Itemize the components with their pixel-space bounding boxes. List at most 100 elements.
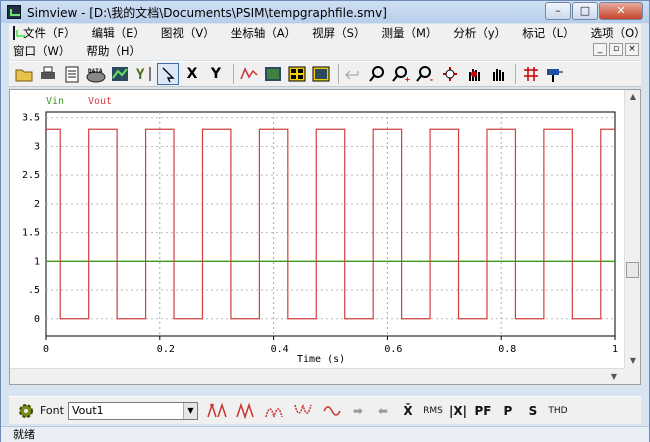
vertical-scroll-thumb[interactable] <box>626 262 639 278</box>
clipboard-icon[interactable] <box>61 63 83 85</box>
zoom-in-icon[interactable]: + <box>391 63 413 85</box>
main-toolbar: DATA Y X Y + - <box>9 61 641 87</box>
document-icon[interactable] <box>13 26 25 40</box>
arrow-right-icon[interactable]: ➡ <box>347 400 369 422</box>
max-icon[interactable] <box>264 400 290 422</box>
menu-window[interactable]: 窗口（W） <box>9 43 74 59</box>
pan-icon[interactable] <box>439 63 461 85</box>
title-bar[interactable]: Simview - [D:\我的文档\Documents\PSIM\tempgr… <box>1 1 649 23</box>
menu-view[interactable]: 图视（V） <box>157 25 219 41</box>
legend-vout: Vout <box>88 96 112 107</box>
y-tick-label: 3.5 <box>22 113 40 124</box>
chevron-down-icon[interactable]: ▼ <box>182 402 197 419</box>
scroll-corner <box>624 368 640 384</box>
rms-button[interactable]: RMS <box>422 400 444 422</box>
data-icon[interactable]: DATA <box>85 63 107 85</box>
svg-text:Y: Y <box>136 67 145 83</box>
plot-frame <box>45 111 616 337</box>
plot-area[interactable]: 0 0.2 0.4 0.6 0.8 1 0 .5 1 1.5 2 2.5 3 3.5 Vin Vout Ti… <box>9 89 641 385</box>
scroll-down-arrow[interactable]: ▼ <box>625 354 641 368</box>
pointer-icon[interactable] <box>157 63 179 85</box>
app-icon <box>7 5 21 19</box>
mdi-restore-button[interactable]: ▫ <box>609 43 623 56</box>
menu-axis[interactable]: 坐标轴（A） <box>227 25 300 41</box>
mdi-minimize-button[interactable]: _ <box>593 43 607 56</box>
svg-text:-: - <box>429 75 434 83</box>
y-axis-icon[interactable]: Y <box>133 63 155 85</box>
menu-file[interactable]: 文件（F） <box>19 25 80 41</box>
screen-icon[interactable] <box>262 63 284 85</box>
svg-text:+: + <box>405 75 410 83</box>
x-tick-label: 0.8 <box>498 344 516 355</box>
min-icon[interactable] <box>293 400 319 422</box>
grid-icon[interactable] <box>286 63 308 85</box>
menu-options[interactable]: 选项（O） <box>587 25 650 41</box>
apparent-power-button[interactable]: S <box>522 400 544 422</box>
minimize-button[interactable]: – <box>545 2 571 20</box>
undo-icon[interactable] <box>343 63 365 85</box>
mdi-close-button[interactable]: × <box>625 43 639 56</box>
toolbar-separator <box>233 64 234 84</box>
y-tick-label: 3 <box>34 141 40 152</box>
y-tick-label: 1 <box>34 256 40 267</box>
scroll-right-arrow[interactable]: ▼ <box>606 370 622 384</box>
x-tick-label: 0.6 <box>384 344 402 355</box>
zoom-out-icon[interactable]: - <box>415 63 437 85</box>
average-button[interactable]: X̄ <box>397 400 419 422</box>
graph-icon[interactable] <box>109 63 131 85</box>
chart-grid <box>45 111 616 337</box>
zoom-icon[interactable] <box>367 63 389 85</box>
screen2-icon[interactable] <box>310 63 332 85</box>
wave-icon[interactable] <box>322 400 344 422</box>
simview-window: Simview - [D:\我的文档\Documents\PSIM\tempgr… <box>0 0 650 442</box>
menu-row-2: 窗口（W） 帮助（H） <box>9 42 641 60</box>
waveform-chart[interactable]: 0 0.2 0.4 0.6 0.8 1 0 .5 1 1.5 2 2.5 3 3.5 Vin Vout Ti… <box>10 90 624 368</box>
y-tick-label: 0 <box>34 314 40 325</box>
svg-text:DATA: DATA <box>88 68 103 75</box>
marker-icon[interactable] <box>544 63 566 85</box>
x-tick-label: 1 <box>612 344 618 355</box>
waveform-icon[interactable] <box>238 63 260 85</box>
x-axis-button[interactable]: X <box>181 63 203 85</box>
y-tick-label: .5 <box>28 285 40 296</box>
window-title: Simview - [D:\我的文档\Documents\PSIM\tempgr… <box>27 5 387 20</box>
toolbar-separator <box>338 64 339 84</box>
abs-avg-button[interactable]: |X| <box>447 400 469 422</box>
menu-label[interactable]: 标记（L） <box>518 25 578 41</box>
close-button[interactable]: ✕ <box>599 2 643 20</box>
menu-edit[interactable]: 编辑（E） <box>88 25 149 41</box>
crosshair-icon[interactable] <box>520 63 542 85</box>
menu-screen[interactable]: 视屏（S） <box>308 25 369 41</box>
menu-bar: 文件（F） 编辑（E） 图视（V） 坐标轴（A） 视屏（S） 测量（M） 分析（… <box>9 24 646 60</box>
scroll-up-arrow[interactable]: ▲ <box>625 90 641 104</box>
peak-icon[interactable] <box>206 400 232 422</box>
menu-help[interactable]: 帮助（H） <box>82 43 145 59</box>
settings-gear-icon[interactable] <box>15 400 37 422</box>
legend-vin: Vin <box>46 96 64 107</box>
pf-button[interactable]: PF <box>472 400 494 422</box>
print-icon[interactable] <box>37 63 59 85</box>
series-select[interactable]: Vout1 ▼ <box>67 401 198 420</box>
menu-analysis[interactable]: 分析（y） <box>449 25 510 41</box>
x-tick-label: 0.4 <box>271 344 289 355</box>
menu-measure[interactable]: 测量（M） <box>377 25 441 41</box>
font-button[interactable]: Font <box>40 400 64 422</box>
toolbar-separator <box>515 64 516 84</box>
hand-icon[interactable] <box>463 63 485 85</box>
hand2-icon[interactable] <box>487 63 509 85</box>
y-tick-label: 1.5 <box>22 228 40 239</box>
open-icon[interactable] <box>13 63 35 85</box>
y-axis-button[interactable]: Y <box>205 63 227 85</box>
thd-button[interactable]: THD <box>547 400 569 422</box>
power-button[interactable]: P <box>497 400 519 422</box>
menu-row-1: 文件（F） 编辑（E） 图视（V） 坐标轴（A） 视屏（S） 测量（M） 分析（… <box>9 24 646 42</box>
horizontal-scrollbar[interactable]: ▼ <box>10 368 626 384</box>
y-tick-label: 2.5 <box>22 170 40 181</box>
x-tick-label: 0.2 <box>157 344 175 355</box>
vertical-scrollbar[interactable]: ▲ ▼ <box>624 90 640 368</box>
peak2-icon[interactable] <box>235 400 261 422</box>
maximize-button[interactable]: □ <box>572 2 598 20</box>
analysis-toolbar: Font Vout1 ▼ ➡ ⬅ X̄ RMS |X| PF P S THD <box>9 396 641 424</box>
status-bar: 就绪 <box>1 426 649 442</box>
arrow-left-icon[interactable]: ⬅ <box>372 400 394 422</box>
